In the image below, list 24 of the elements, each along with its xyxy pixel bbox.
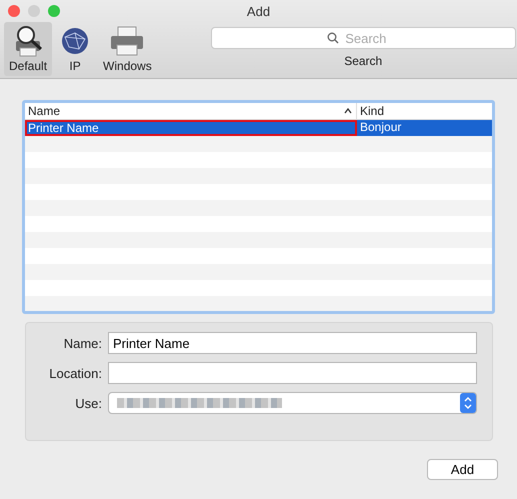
toolbar-button[interactable]: IP <box>54 22 96 76</box>
search-icon <box>327 32 340 44</box>
use-label: Use: <box>74 396 102 410</box>
search-input[interactable]: Search <box>343 30 400 46</box>
table-cell: Printer Name <box>25 120 357 136</box>
name-field[interactable]: Printer Name <box>108 332 477 354</box>
close-button[interactable] <box>8 5 20 17</box>
table-cell-text: Bonjour <box>359 120 402 136</box>
updown-arrows-icon <box>460 393 476 413</box>
zoom-button[interactable] <box>48 5 60 17</box>
location-label: Location: <box>48 366 102 380</box>
toolbar-button[interactable]: Default <box>4 22 52 76</box>
toolbar-button[interactable]: Windows <box>98 22 157 76</box>
column-header[interactable]: Name <box>25 103 357 119</box>
use-dropdown[interactable] <box>108 392 477 414</box>
location-field[interactable] <box>108 362 477 384</box>
printer-row[interactable]: Printer Name Bonjour <box>25 120 492 136</box>
window-title: Add <box>246 4 270 18</box>
search-label: Search <box>344 54 382 68</box>
column-header[interactable]: Kind <box>357 103 492 119</box>
add-button[interactable]: Add <box>427 459 498 480</box>
search-bar[interactable]: Search <box>210 27 516 49</box>
name-label: Name: <box>62 336 102 350</box>
minimize-button[interactable] <box>28 5 40 17</box>
